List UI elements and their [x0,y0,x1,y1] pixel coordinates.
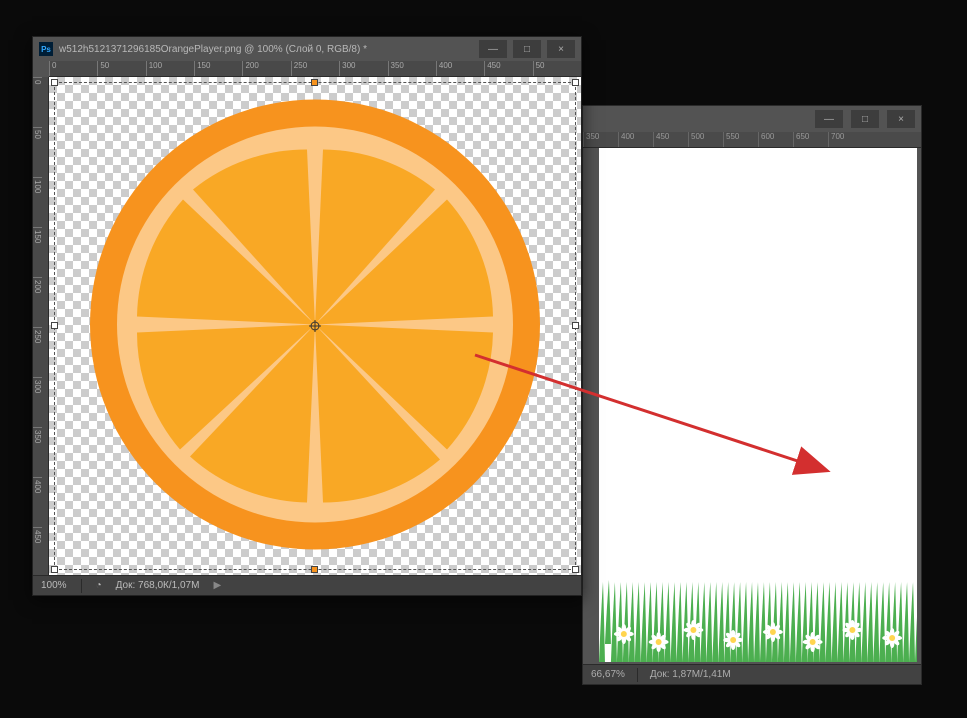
transform-handle-bottom-center[interactable] [311,566,318,573]
bg-statusbar: 66,67% Док: 1,87М/1,41М [583,664,921,684]
bg-minimize-button[interactable]: — [815,110,843,128]
transform-handle-middle-right[interactable] [572,322,579,329]
fg-minimize-button[interactable]: — [479,40,507,58]
transform-handle-top-left[interactable] [51,79,58,86]
fg-doc-info: Док: 768,0К/1,07М [116,580,200,591]
bg-maximize-button[interactable]: □ [851,110,879,128]
transform-handle-top-right[interactable] [572,79,579,86]
bg-zoom-level[interactable]: 66,67% [591,669,625,680]
grass-image [599,572,917,662]
photoshop-icon: Ps [39,42,53,56]
bg-close-button[interactable]: × [887,110,915,128]
free-transform-bounding-box[interactable] [54,82,576,570]
fg-zoom-level[interactable]: 100% [41,580,67,591]
bg-canvas[interactable] [599,148,917,662]
bg-ruler-horizontal: 350 400 450 500 550 600 650 700 [583,132,921,148]
fg-titlebar[interactable]: Ps w512h5121371296185OrangePlayer.png @ … [33,37,581,61]
fg-ruler-horizontal[interactable]: 0 50 100 150 200 250 300 350 400 450 50 [49,61,581,77]
transform-handle-bottom-right[interactable] [572,566,579,573]
fg-close-button[interactable]: × [547,40,575,58]
info-icon[interactable]: ◔ [96,580,102,591]
fg-window-title: w512h5121371296185OrangePlayer.png @ 100… [59,44,479,55]
foreground-document-window[interactable]: Ps w512h5121371296185OrangePlayer.png @ … [32,36,582,596]
statusbar-more-icon[interactable]: ▶ [213,580,221,591]
fg-statusbar: 100% ◔ Док: 768,0К/1,07М ▶ [33,575,581,595]
fg-ruler-vertical[interactable]: 0 50 100 150 200 250 300 350 400 450 [33,77,49,575]
bg-doc-info: Док: 1,87М/1,41М [650,669,731,680]
fg-canvas[interactable] [49,77,581,575]
transform-handle-middle-left[interactable] [51,322,58,329]
background-document-window[interactable]: — □ × 350 400 450 500 550 600 650 700 [582,105,922,685]
transform-handle-bottom-left[interactable] [51,566,58,573]
fg-maximize-button[interactable]: □ [513,40,541,58]
transform-center-point[interactable] [309,320,321,332]
transform-handle-top-center[interactable] [311,79,318,86]
bg-titlebar[interactable]: — □ × [583,106,921,132]
